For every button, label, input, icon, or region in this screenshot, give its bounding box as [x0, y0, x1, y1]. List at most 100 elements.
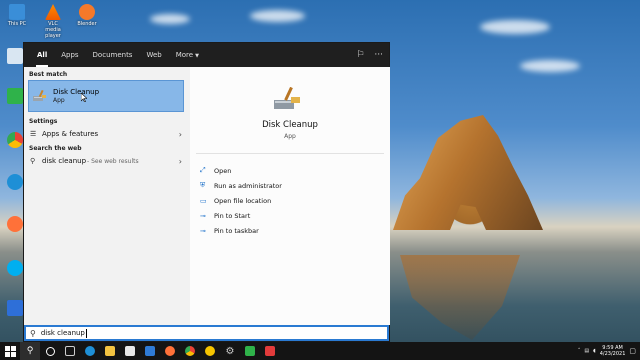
search-input[interactable]: ⚲ disk cleanup	[24, 325, 389, 341]
vlc-cone-icon	[45, 4, 61, 20]
settings-apps-features[interactable]: ☰ Apps & features ›	[24, 127, 188, 141]
feedback-icon[interactable]: ⚐	[356, 50, 364, 60]
task-view-icon	[65, 346, 75, 356]
taskbar-edge[interactable]	[80, 342, 100, 360]
tabbar-actions: ⚐ ···	[356, 43, 383, 67]
store-bag-icon	[125, 346, 135, 356]
mouse-cursor-icon	[81, 93, 87, 102]
disk-cleanup-icon	[33, 90, 46, 101]
clock-date: 4/23/2021	[599, 351, 626, 357]
taskbar-camtasia[interactable]	[240, 342, 260, 360]
taskbar-search-button[interactable]: ⚲	[20, 342, 40, 360]
computer-icon	[9, 4, 25, 20]
edge-icon	[85, 346, 95, 356]
wallpaper-cloud	[480, 20, 550, 34]
chevron-right-icon[interactable]: ›	[179, 130, 182, 139]
shield-icon: ⛨	[200, 181, 206, 189]
wallpaper-cloud	[150, 14, 190, 24]
blender-icon	[79, 4, 95, 20]
mail-icon	[145, 346, 155, 356]
settings-heading: Settings	[29, 118, 58, 125]
action-open[interactable]: ⤢ Open	[200, 163, 282, 178]
taskbar: ⚲ ⚙ ˄ ▤ ◖ 9:59 AM 4/23/2021 ▢	[0, 342, 640, 360]
task-view-icon-button[interactable]	[60, 342, 80, 360]
search-input-value[interactable]: disk cleanup	[41, 329, 85, 337]
camtasia-icon	[245, 346, 255, 356]
recycle-bin-icon	[7, 48, 23, 64]
search-icon: ⚲	[30, 157, 36, 165]
best-match-heading: Best match	[29, 71, 68, 78]
open-icon: ⤢	[200, 166, 206, 174]
recorder-icon	[265, 346, 275, 356]
chrome-icon	[185, 346, 195, 356]
action-pin-to-start[interactable]: ⊸ Pin to Start	[200, 208, 282, 223]
taskbar-settings[interactable]: ⚙	[220, 342, 240, 360]
detail-divider	[196, 153, 384, 154]
task-view-button[interactable]	[40, 342, 60, 360]
pin-icon: ⊸	[200, 226, 206, 235]
action-run-as-admin[interactable]: ⛨ Run as administrator	[200, 178, 282, 193]
taskbar-norton[interactable]	[200, 342, 220, 360]
text-caret	[85, 328, 87, 338]
skype-icon	[7, 260, 23, 276]
cortana-circle-icon	[45, 346, 55, 356]
pin-icon: ⊸	[200, 211, 206, 220]
firefox-icon	[7, 216, 23, 232]
start-button[interactable]	[0, 342, 20, 360]
search-icon: ⚲	[26, 346, 34, 356]
disk-cleanup-large-icon	[274, 87, 300, 109]
result-detail-pane: Disk Cleanup App ⤢ Open ⛨ Run as administr…	[190, 67, 390, 325]
windows-logo-icon	[4, 345, 16, 357]
wondershare-icon	[7, 300, 23, 316]
search-filter-tabbar: All Apps Documents Web More ▼ ⚐ ···	[24, 43, 389, 67]
clock[interactable]: 9:59 AM 4/23/2021	[600, 345, 626, 357]
desktop-icon-vlc[interactable]: VLC media player	[40, 4, 66, 39]
search-results-list: Best match Disk Cleanup App Settings ☰ A…	[24, 67, 188, 325]
folder-icon	[105, 346, 115, 356]
gear-icon: ⚙	[225, 345, 235, 357]
action-open-file-location[interactable]: ▭ Open file location	[200, 193, 282, 208]
best-match-name: Disk Cleanup	[53, 88, 100, 96]
tab-documents[interactable]: Documents	[86, 43, 140, 67]
chrome-icon	[7, 132, 23, 148]
search-icon: ⚲	[30, 328, 36, 338]
taskbar-store[interactable]	[120, 342, 140, 360]
desktop-icon-blender[interactable]: Blender	[74, 4, 100, 27]
wallpaper-cloud	[250, 10, 305, 22]
best-match-disk-cleanup[interactable]: Disk Cleanup App	[28, 80, 184, 112]
start-search-panel: All Apps Documents Web More ▼ ⚐ ··· Best …	[23, 42, 390, 342]
edge-icon	[7, 174, 23, 190]
action-pin-to-taskbar[interactable]: ⊸ Pin to taskbar	[200, 223, 282, 238]
chevron-up-icon[interactable]: ˄	[578, 348, 581, 354]
tab-apps[interactable]: Apps	[54, 43, 85, 67]
firefox-icon	[165, 346, 175, 356]
taskbar-firefox[interactable]	[160, 342, 180, 360]
tab-web[interactable]: Web	[139, 43, 168, 67]
taskbar-recorder[interactable]	[260, 342, 280, 360]
folder-icon: ▭	[200, 196, 207, 205]
apps-list-icon: ☰	[30, 130, 37, 138]
notifications-icon[interactable]: ▢	[629, 347, 636, 355]
taskbar-mail[interactable]	[140, 342, 160, 360]
system-tray: ˄ ▤ ◖ 9:59 AM 4/23/2021 ▢	[578, 345, 640, 357]
norton-icon	[205, 346, 215, 356]
network-icon[interactable]: ▤	[584, 348, 589, 354]
best-match-text: Disk Cleanup App	[53, 88, 99, 104]
tab-more[interactable]: More ▼	[169, 43, 206, 67]
desktop-icon-this-pc[interactable]: This PC	[4, 4, 30, 27]
camtasia-icon	[7, 88, 23, 104]
detail-actions: ⤢ Open ⛨ Run as administrator ▭ Open file l…	[200, 163, 282, 238]
web-search-result[interactable]: ⚲ disk cleanup - See web results ›	[24, 154, 188, 168]
wallpaper-cloud	[520, 60, 580, 72]
more-options-icon[interactable]: ···	[374, 50, 383, 60]
volume-icon[interactable]: ◖	[593, 348, 596, 354]
chevron-down-icon: ▼	[195, 53, 199, 59]
best-match-type: App	[53, 97, 65, 104]
detail-title: Disk Cleanup	[262, 120, 318, 130]
tab-all[interactable]: All	[30, 43, 54, 67]
chevron-right-icon[interactable]: ›	[179, 157, 182, 166]
taskbar-file-explorer[interactable]	[100, 342, 120, 360]
detail-subtitle: App	[284, 133, 296, 140]
taskbar-chrome[interactable]	[180, 342, 200, 360]
web-heading: Search the web	[29, 145, 82, 152]
